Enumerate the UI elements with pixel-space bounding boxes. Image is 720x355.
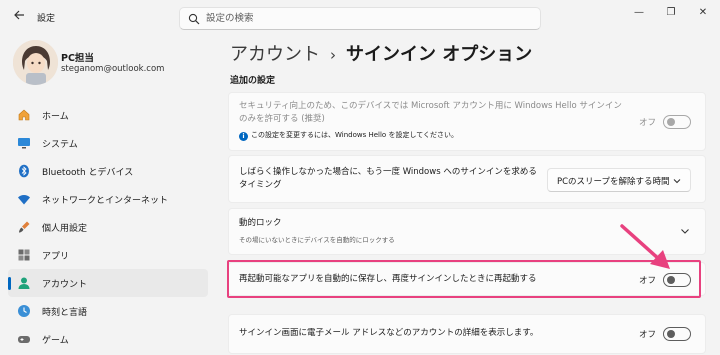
sidebar-item-system[interactable]: システム	[8, 129, 208, 157]
info-text: この設定を変更するには、Windows Hello を設定してください。	[251, 131, 459, 139]
setting-show-details: サインイン画面に電子メール アドレスなどのアカウントの詳細を表示します。 オフ	[228, 314, 706, 354]
toggle-label: オフ	[639, 330, 657, 340]
search-input[interactable]	[206, 10, 526, 27]
setting-dynamic-lock[interactable]: 動的ロック その場にいないときにデバイスを自動的にロックする	[228, 208, 706, 255]
sidebar-item-label: Bluetooth とデバイス	[42, 168, 134, 178]
breadcrumb-separator: ›	[330, 46, 336, 64]
maximize-button[interactable]: ❐	[660, 5, 682, 21]
chevron-down-icon	[673, 179, 681, 184]
require-signin-dropdown[interactable]: PCのスリープを解除する時間	[547, 168, 691, 192]
setting-title: 動的ロック	[239, 218, 282, 228]
page-title: サインイン オプション	[346, 44, 533, 65]
hello-only-toggle[interactable]	[663, 115, 691, 129]
search-icon	[188, 13, 200, 25]
breadcrumb: アカウント › サインイン オプション	[230, 40, 532, 66]
sidebar-item-time-language[interactable]: 時刻と言語	[8, 297, 208, 325]
close-button[interactable]: ✕	[692, 5, 714, 21]
title-bar: 設定 — ❐ ✕	[0, 0, 720, 36]
sidebar-item-bluetooth[interactable]: Bluetooth とデバイス	[8, 157, 208, 185]
setting-require-signin: しばらく操作しなかった場合に、もう一度 Windows へのサインインを求めるタ…	[228, 155, 706, 203]
setting-text: サインイン画面に電子メール アドレスなどのアカウントの詳細を表示します。	[239, 328, 539, 338]
sidebar-item-label: ホーム	[42, 112, 69, 122]
setting-hello-only: セキュリティ向上のため、このデバイスでは Microsoft アカウント用に W…	[228, 92, 706, 151]
sidebar-item-home[interactable]: ホーム	[8, 101, 208, 129]
paintbrush-icon	[19, 221, 30, 233]
user-email: steganom@outlook.com	[61, 64, 165, 74]
setting-restart-apps: 再起動可能なアプリを自動的に保存し、再度サインインしたときに再起動する オフ	[228, 262, 706, 296]
sidebar-item-gaming[interactable]: ゲーム	[8, 325, 208, 353]
sidebar-item-label: 個人用設定	[42, 224, 88, 234]
toggle-knob	[667, 118, 675, 126]
section-title: 追加の設定	[230, 76, 276, 86]
sidebar-item-label: ゲーム	[42, 336, 69, 346]
sidebar-item-label: アカウント	[42, 280, 88, 290]
user-name: PC担当	[61, 53, 94, 64]
avatar	[13, 40, 58, 85]
globe-clock-icon	[18, 305, 30, 317]
toggle-knob	[667, 330, 675, 338]
sidebar-item-label: システム	[42, 140, 78, 150]
sidebar-item-accounts[interactable]: アカウント	[8, 269, 208, 297]
sidebar-item-apps[interactable]: アプリ	[8, 241, 208, 269]
restart-apps-toggle[interactable]	[663, 273, 691, 287]
toggle-label: オフ	[639, 276, 657, 286]
back-arrow-icon	[14, 10, 24, 20]
apps-icon	[18, 249, 30, 261]
info-icon: i	[239, 132, 248, 141]
setting-text: 再起動可能なアプリを自動的に保存し、再度サインインしたときに再起動する	[239, 274, 537, 284]
info-message: i この設定を変更するには、Windows Hello を設定してください。	[239, 130, 458, 141]
minimize-button[interactable]: —	[628, 5, 650, 21]
system-monitor-icon	[18, 138, 30, 149]
sidebar-item-label: アプリ	[42, 252, 70, 262]
search-box[interactable]	[179, 7, 541, 30]
toggle-label: オフ	[639, 118, 657, 128]
gamepad-icon	[18, 336, 30, 343]
sidebar-item-label: ネットワークとインターネット	[42, 196, 169, 206]
back-button[interactable]	[10, 9, 28, 27]
setting-text: セキュリティ向上のため、このデバイスでは Microsoft アカウント用に W…	[239, 101, 622, 124]
wifi-icon	[18, 195, 30, 205]
sidebar-item-personalization[interactable]: 個人用設定	[8, 213, 208, 241]
active-indicator	[8, 277, 11, 290]
home-icon	[18, 109, 30, 121]
account-icon	[18, 277, 30, 289]
setting-subtitle: その場にいないときにデバイスを自動的にロックする	[239, 236, 395, 244]
dropdown-value: PCのスリープを解除する時間	[557, 177, 670, 187]
app-title: 設定	[37, 14, 56, 24]
avatar-illustration	[13, 40, 58, 85]
show-details-toggle[interactable]	[663, 327, 691, 341]
breadcrumb-parent[interactable]: アカウント	[230, 44, 320, 65]
bluetooth-icon	[19, 164, 29, 178]
sidebar-item-label: 時刻と言語	[42, 308, 88, 318]
sidebar-item-network[interactable]: ネットワークとインターネット	[8, 185, 208, 213]
setting-text: しばらく操作しなかった場合に、もう一度 Windows へのサインインを求めるタ…	[239, 167, 537, 190]
toggle-knob	[667, 276, 675, 284]
chevron-down-icon[interactable]	[679, 225, 691, 237]
